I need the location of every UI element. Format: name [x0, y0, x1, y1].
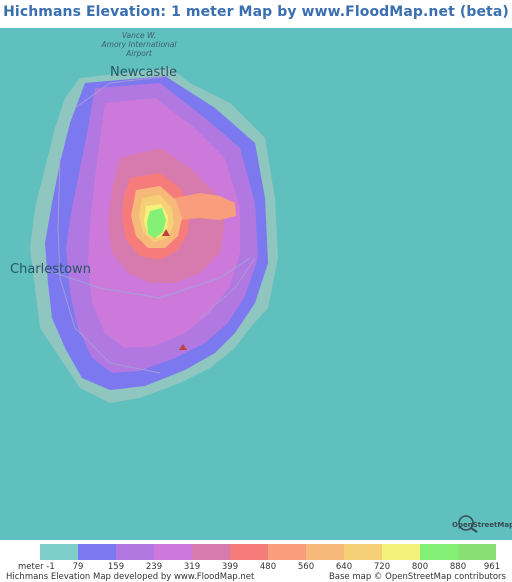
- footer: Hichmans Elevation Map developed by www.…: [0, 572, 512, 582]
- airport-label-line1: Vance W.: [121, 31, 157, 40]
- legend-tick: 480: [259, 562, 277, 572]
- elevation-legend: [40, 544, 496, 560]
- legend-tick: 399: [221, 562, 239, 572]
- header: Hichmans Elevation: 1 meter Map by www.F…: [0, 0, 512, 28]
- legend-tick: 961: [483, 562, 501, 572]
- legend-tick: 560: [297, 562, 315, 572]
- footer-credit[interactable]: Hichmans Elevation Map developed by www.…: [6, 572, 254, 582]
- airport-label-line3: Airport: [126, 49, 152, 58]
- airport-label-line2: Amory International: [101, 40, 177, 49]
- legend-swatch: [40, 544, 78, 560]
- legend-tick: 159: [107, 562, 125, 572]
- legend-swatch: [344, 544, 382, 560]
- legend-swatch: [230, 544, 268, 560]
- legend-tick: 640: [335, 562, 353, 572]
- legend-ticks: meter -1 79 159 239 319 399 480 560 640 …: [0, 562, 512, 572]
- elevation-map[interactable]: Vance W. Amory International Airport New…: [0, 28, 512, 540]
- legend-swatch: [420, 544, 458, 560]
- legend-tick: 800: [411, 562, 429, 572]
- osm-badge[interactable]: OpenStreetMap: [452, 521, 512, 529]
- newcastle-label: Newcastle: [110, 65, 177, 80]
- legend-swatch: [458, 544, 496, 560]
- legend-unit: meter -1: [18, 562, 55, 572]
- legend-tick: 720: [373, 562, 391, 572]
- map-canvas: [30, 68, 278, 403]
- footer-basemap[interactable]: Base map © OpenStreetMap contributors: [329, 572, 506, 582]
- legend-tick: 880: [449, 562, 467, 572]
- legend-swatch: [306, 544, 344, 560]
- legend-swatch: [192, 544, 230, 560]
- legend-tick: 239: [145, 562, 163, 572]
- legend-tick: 79: [72, 562, 84, 572]
- legend-swatch: [154, 544, 192, 560]
- legend-swatch: [382, 544, 420, 560]
- legend-swatch: [116, 544, 154, 560]
- legend-swatch: [268, 544, 306, 560]
- map-title: Hichmans Elevation: 1 meter Map by www.F…: [3, 4, 509, 20]
- charlestown-label: Charlestown: [10, 262, 91, 277]
- airport-label: Vance W. Amory International Airport: [100, 31, 178, 58]
- legend-tick: 319: [183, 562, 201, 572]
- legend-swatch: [78, 544, 116, 560]
